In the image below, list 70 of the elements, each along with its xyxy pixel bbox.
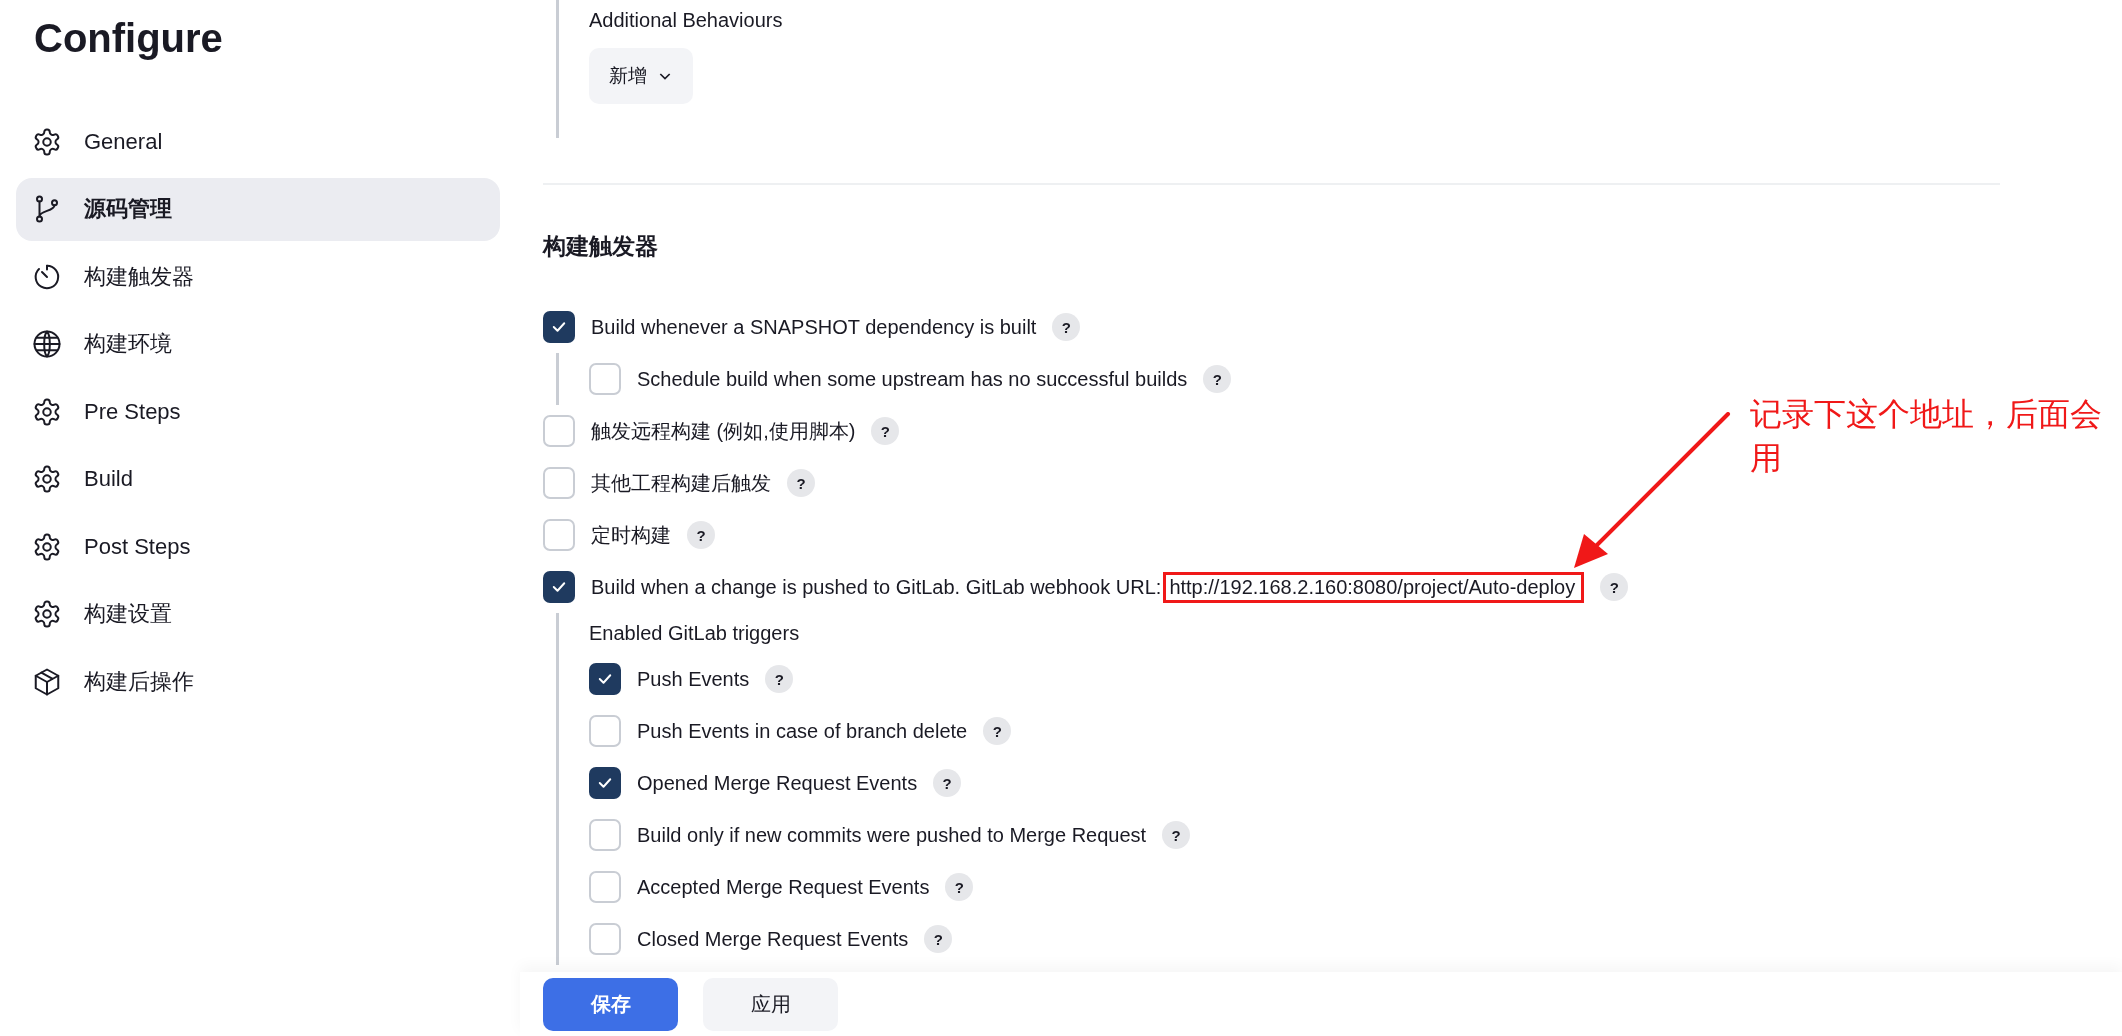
checkbox[interactable] — [543, 311, 575, 343]
section-label: Enabled GitLab triggers — [589, 621, 801, 646]
gear-icon — [32, 464, 62, 494]
option-label: Build only if new commits were pushed to Merge Request — [637, 823, 1147, 847]
sidebar-item[interactable]: 构建后操作 — [16, 650, 500, 713]
option-label: 定时构建 — [591, 522, 671, 548]
help-icon[interactable]: ? — [1203, 365, 1232, 393]
sidebar-item-label: 源码管理 — [84, 195, 172, 223]
sidebar-item[interactable]: 构建触发器 — [16, 245, 500, 308]
option-label: Push Events — [637, 667, 750, 691]
sidebar-item[interactable]: Pre Steps — [16, 380, 500, 443]
checkbox[interactable] — [589, 767, 621, 799]
globe-icon — [32, 329, 62, 359]
package-icon — [32, 666, 62, 697]
sidebar-item[interactable]: Build — [16, 447, 500, 511]
option-label: Build when a change is pushed to GitLab. GitLab webhook URL: — [591, 575, 1162, 599]
checkbox[interactable] — [589, 871, 621, 903]
add-button[interactable]: 新增 — [589, 48, 693, 104]
sidebar-item[interactable]: 构建设置 — [16, 582, 500, 646]
help-icon[interactable]: ? — [924, 925, 953, 953]
sidebar-item[interactable]: 源码管理 — [16, 177, 500, 241]
checkbox[interactable] — [589, 819, 621, 851]
checkbox[interactable] — [589, 923, 621, 955]
sidebar-item[interactable]: General — [16, 110, 500, 173]
checkbox[interactable] — [543, 415, 575, 447]
section-heading: 构建触发器 — [543, 232, 659, 261]
help-icon[interactable]: ? — [1162, 821, 1191, 849]
sidebar-item-label: Build — [84, 466, 133, 492]
checkbox[interactable] — [543, 519, 575, 551]
sidebar-item-label: 构建环境 — [84, 330, 172, 358]
webhook-url: http://192.168.2.160:8080/project/Auto-deploy — [1163, 571, 1585, 603]
checkbox[interactable] — [589, 715, 621, 747]
option-label: Schedule build when some upstream has no successful builds — [637, 367, 1188, 391]
help-icon[interactable]: ? — [871, 417, 900, 445]
help-icon[interactable]: ? — [1600, 573, 1629, 601]
gear-icon — [32, 531, 62, 562]
help-icon[interactable]: ? — [945, 873, 974, 901]
apply-button[interactable]: 应用 — [703, 977, 838, 1031]
help-icon[interactable]: ? — [983, 717, 1012, 745]
option-label: Opened Merge Request Events — [637, 771, 918, 795]
page-title: Configure — [34, 15, 224, 62]
checkbox[interactable] — [543, 467, 575, 499]
help-icon[interactable]: ? — [787, 469, 815, 497]
option-label: Build whenever a SNAPSHOT dependency is built — [591, 315, 1037, 339]
option-label: Closed Merge Request Events — [637, 927, 909, 951]
help-icon[interactable]: ? — [687, 521, 715, 549]
gear-icon — [32, 126, 62, 157]
save-button[interactable]: 保存 — [543, 977, 678, 1031]
checkbox[interactable] — [589, 663, 621, 695]
help-icon[interactable]: ? — [765, 665, 794, 693]
help-icon[interactable]: ? — [933, 769, 962, 797]
checkbox[interactable] — [543, 571, 575, 603]
help-icon[interactable]: ? — [1052, 313, 1081, 341]
field-label: Additional Behaviours — [589, 8, 783, 33]
checkbox[interactable] — [589, 363, 621, 395]
sidebar-item-label: Pre Steps — [84, 398, 181, 425]
gear-icon — [32, 599, 62, 629]
option-label: 其他工程构建后触发 — [591, 470, 771, 496]
sidebar-item[interactable]: 构建环境 — [16, 312, 500, 376]
option-label: Push Events in case of branch delete — [637, 719, 968, 743]
annotation-note: 记录下这个地址，后面会用 — [1750, 395, 2103, 478]
option-label: Accepted Merge Request Events — [637, 875, 930, 899]
sidebar-item-label: Post Steps — [84, 533, 191, 560]
option-label: 触发远程构建 (例如,使用脚本) — [591, 418, 856, 444]
sidebar-item-label: 构建设置 — [84, 600, 172, 628]
sidebar-item-label: 构建触发器 — [84, 262, 194, 291]
sidebar-item[interactable]: Post Steps — [16, 515, 500, 578]
gear-icon — [32, 396, 62, 427]
sidebar-item-label: General — [84, 128, 163, 155]
sidebar-item-label: 构建后操作 — [84, 667, 194, 696]
